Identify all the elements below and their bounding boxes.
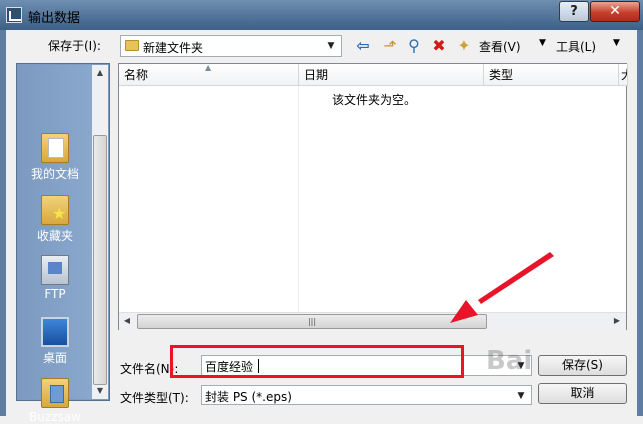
watermark-logo: Bai bbox=[486, 346, 533, 376]
annotation-arrow bbox=[450, 252, 554, 323]
